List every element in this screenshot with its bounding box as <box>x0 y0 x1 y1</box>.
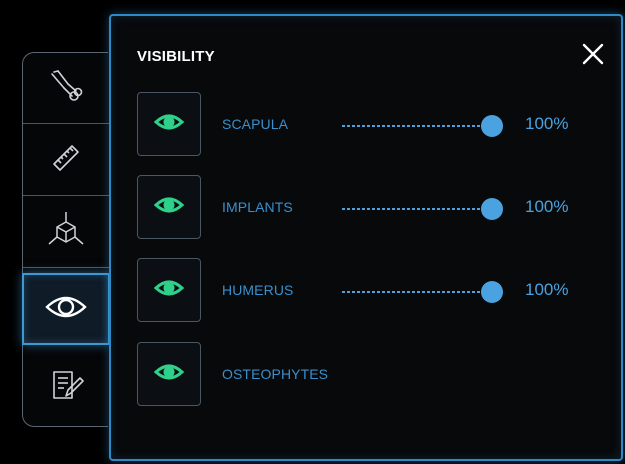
layer-label: IMPLANTS <box>222 199 293 215</box>
sidebar-item-axes[interactable] <box>23 197 109 268</box>
slider-thumb[interactable] <box>481 198 503 220</box>
visibility-toggle-osteophytes[interactable] <box>137 342 201 406</box>
sidebar-item-visibility[interactable] <box>22 273 110 345</box>
layer-label: SCAPULA <box>222 116 289 132</box>
axis-cube-icon <box>44 208 88 257</box>
opacity-slider-humerus[interactable] <box>342 281 503 303</box>
eye-icon <box>153 112 185 137</box>
layer-label: HUMERUS <box>222 282 294 298</box>
layer-row-scapula: SCAPULA 100% <box>137 92 607 160</box>
slider-track <box>342 208 492 210</box>
opacity-slider-scapula[interactable] <box>342 115 503 137</box>
layer-row-implants: IMPLANTS 100% <box>137 175 607 243</box>
layer-label: OSTEOPHYTES <box>222 366 329 382</box>
opacity-value: 100% <box>525 280 569 299</box>
clamp-tool-icon <box>46 66 86 111</box>
sidebar-item-clamp[interactable] <box>23 53 109 124</box>
layer-row-osteophytes: OSTEOPHYTES <box>137 342 607 410</box>
close-icon <box>581 42 605 71</box>
sidebar-item-measure[interactable] <box>23 125 109 196</box>
visibility-panel: VISIBILITY SCAPULA 100% IMPLANTS 100% HU… <box>109 14 623 461</box>
opacity-slider-implants[interactable] <box>342 198 503 220</box>
slider-thumb[interactable] <box>481 115 503 137</box>
eye-icon <box>153 195 185 220</box>
slider-thumb[interactable] <box>481 281 503 303</box>
sidebar-item-notes[interactable] <box>23 353 109 424</box>
visibility-toggle-humerus[interactable] <box>137 258 201 322</box>
ruler-icon <box>46 138 86 183</box>
close-button[interactable] <box>579 42 607 70</box>
slider-track <box>342 125 492 127</box>
opacity-value: 100% <box>525 114 569 133</box>
slider-track <box>342 291 492 293</box>
panel-title: VISIBILITY <box>137 48 215 65</box>
notes-edit-icon <box>46 366 86 411</box>
layer-row-humerus: HUMERUS 100% <box>137 258 607 326</box>
eye-icon <box>153 362 185 387</box>
visibility-toggle-scapula[interactable] <box>137 92 201 156</box>
eye-icon <box>44 292 88 327</box>
eye-icon <box>153 278 185 303</box>
opacity-value: 100% <box>525 197 569 216</box>
tool-sidebar <box>22 52 110 427</box>
visibility-toggle-implants[interactable] <box>137 175 201 239</box>
